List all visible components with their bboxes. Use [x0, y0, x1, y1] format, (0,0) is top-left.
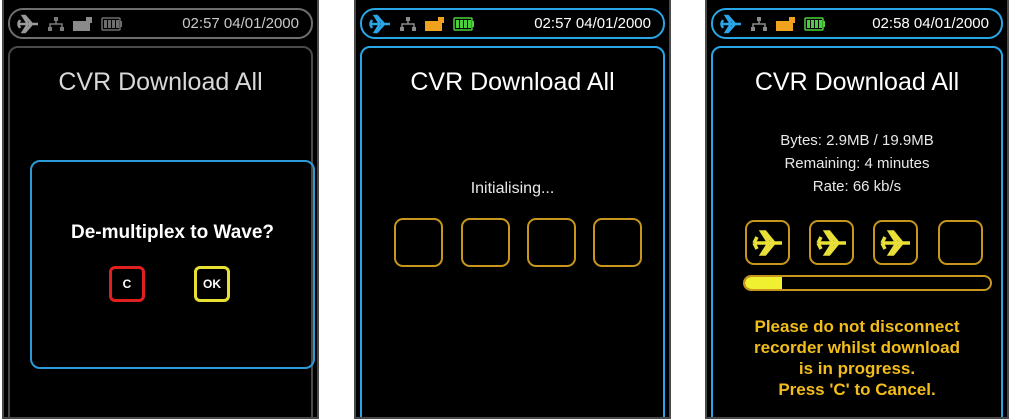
progress-slot	[938, 220, 983, 265]
warning-line: is in progress.	[798, 359, 916, 378]
screen-initialising: 02:57 04/01/2000 CVR Download All Initia…	[354, 0, 671, 419]
screen-downloading: 02:58 04/01/2000 CVR Download All Bytes:…	[705, 0, 1009, 419]
warning-message: Please do not disconnect recorder whilst…	[713, 316, 1001, 400]
dialog-question: De-multiplex to Wave?	[70, 222, 275, 243]
plane-icon	[751, 229, 782, 256]
remaining-readout: Remaining: 4 minutes	[784, 155, 930, 172]
content-panel: CVR Download All De-multiplex to Wave? C…	[8, 46, 315, 417]
network-icon	[48, 17, 64, 31]
usb-drive-icon	[425, 17, 444, 31]
download-progress-fill	[745, 277, 782, 289]
plane-icon	[815, 229, 846, 256]
status-message: Initialising...	[470, 180, 555, 197]
progress-slot	[809, 220, 854, 265]
progress-slot	[527, 218, 576, 267]
network-icon	[751, 17, 767, 31]
progress-slot	[461, 218, 510, 267]
usb-drive-icon	[73, 17, 92, 31]
plane-icon	[719, 14, 741, 34]
plane-icon	[368, 14, 390, 34]
clock-readout: 02:58 04/01/2000	[872, 15, 989, 32]
status-bar: 02:57 04/01/2000	[360, 8, 665, 39]
clock-readout: 02:57 04/01/2000	[534, 15, 651, 32]
progress-slot	[873, 220, 918, 265]
cancel-button[interactable]: C	[109, 266, 145, 302]
usb-drive-icon	[776, 17, 795, 31]
battery-icon	[804, 17, 825, 31]
status-bar: 02:58 04/01/2000	[711, 8, 1003, 39]
progress-slot	[745, 220, 790, 265]
progress-slot	[394, 218, 443, 267]
plane-icon	[879, 229, 910, 256]
battery-icon	[101, 17, 122, 31]
warning-line: Please do not disconnect	[754, 317, 960, 336]
download-progress-bar	[743, 275, 992, 291]
status-bar: 02:57 04/01/2000	[8, 8, 313, 39]
network-icon	[400, 17, 416, 31]
content-panel: CVR Download All Bytes: 2.9MB / 19.9MB R…	[711, 46, 1003, 417]
demultiplex-dialog: De-multiplex to Wave? C OK	[30, 160, 315, 369]
warning-line: recorder whilst download	[754, 338, 960, 357]
page-title: CVR Download All	[58, 68, 263, 96]
clock-readout: 02:57 04/01/2000	[182, 15, 299, 32]
warning-line: Press 'C' to Cancel.	[778, 380, 936, 399]
rate-readout: Rate: 66 kb/s	[812, 178, 902, 195]
battery-icon	[453, 17, 474, 31]
content-panel: CVR Download All Initialising...	[360, 46, 665, 417]
ok-button[interactable]: OK	[194, 266, 230, 302]
progress-slot	[593, 218, 642, 267]
page-title: CVR Download All	[410, 68, 615, 96]
page-title: CVR Download All	[754, 68, 960, 96]
bytes-readout: Bytes: 2.9MB / 19.9MB	[780, 132, 934, 149]
plane-icon	[16, 14, 38, 34]
screen-demultiplex-prompt: 02:57 04/01/2000 CVR Download All De-mul…	[2, 0, 319, 419]
